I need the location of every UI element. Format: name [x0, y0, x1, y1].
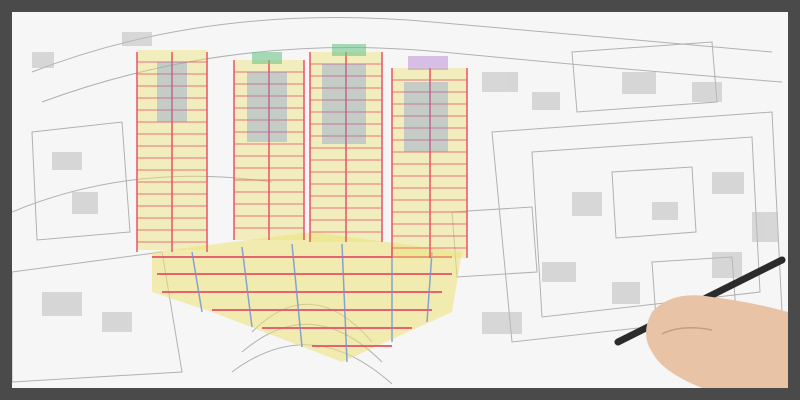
- hand-icon: [646, 295, 788, 388]
- hand-with-pen: [614, 256, 788, 388]
- image-frame: [12, 12, 788, 388]
